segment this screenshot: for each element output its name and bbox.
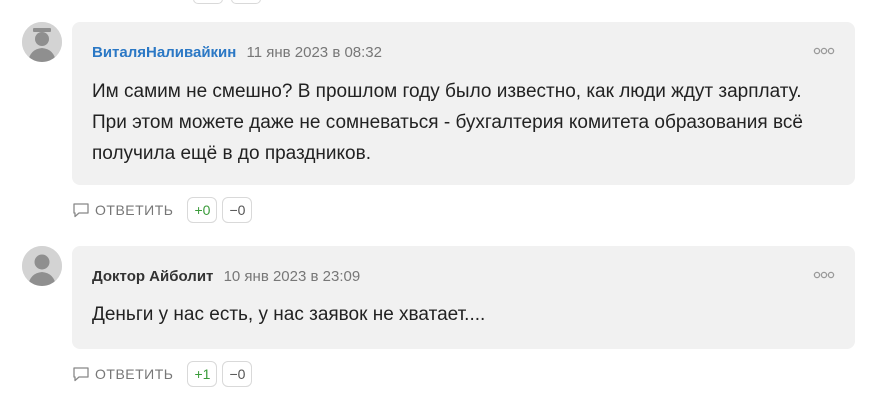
reply-button[interactable]: ОТВЕТИТЬ [72, 202, 173, 218]
reply-button[interactable]: ОТВЕТИТЬ [72, 366, 173, 382]
user-silhouette-icon [22, 22, 62, 62]
comment-meta: ВиталяНаливайкин 11 янв 2023 в 08:32 [92, 44, 382, 61]
author-name[interactable]: Доктор Айболит [92, 268, 213, 285]
comment-actions: ОТВЕТИТЬ +1 −0 [72, 360, 257, 388]
comment-date[interactable]: 10 янв 2023 в 23:09 [224, 268, 361, 285]
author-name[interactable]: ВиталяНаливайкин [92, 44, 236, 61]
comment-text: Им самим не смешно? В прошлом году было … [92, 81, 803, 164]
reply-label: ОТВЕТИТЬ [95, 366, 174, 382]
avatar[interactable] [22, 246, 62, 286]
comment-bubble: ВиталяНаливайкин 11 янв 2023 в 08:32 Им … [72, 22, 855, 185]
vote-plus-button[interactable]: +1 [187, 361, 218, 387]
previous-vote-plus-button[interactable] [193, 0, 223, 4]
comment-actions: ОТВЕТИТЬ +0 −0 [72, 196, 257, 224]
avatar[interactable] [22, 22, 62, 62]
more-dots-icon [813, 47, 835, 55]
speech-bubble-icon [73, 203, 89, 218]
comment-menu-button[interactable] [813, 268, 835, 280]
comment-meta: Доктор Айболит 10 янв 2023 в 23:09 [92, 268, 360, 285]
user-silhouette-icon [22, 246, 62, 286]
reply-label: ОТВЕТИТЬ [95, 202, 174, 218]
vote-minus-button[interactable]: −0 [222, 197, 253, 223]
comment-menu-button[interactable] [813, 44, 835, 56]
vote-plus-button[interactable]: +0 [187, 197, 218, 223]
vote-minus-button[interactable]: −0 [222, 361, 253, 387]
comment-date[interactable]: 11 янв 2023 в 08:32 [247, 44, 383, 61]
comment-text: Деньги у нас есть, у нас заявок не хвата… [92, 304, 486, 325]
previous-vote-minus-button[interactable] [231, 0, 261, 4]
more-dots-icon [813, 271, 835, 279]
comment-bubble: Доктор Айболит 10 янв 2023 в 23:09 Деньг… [72, 246, 855, 349]
speech-bubble-icon [73, 367, 89, 382]
